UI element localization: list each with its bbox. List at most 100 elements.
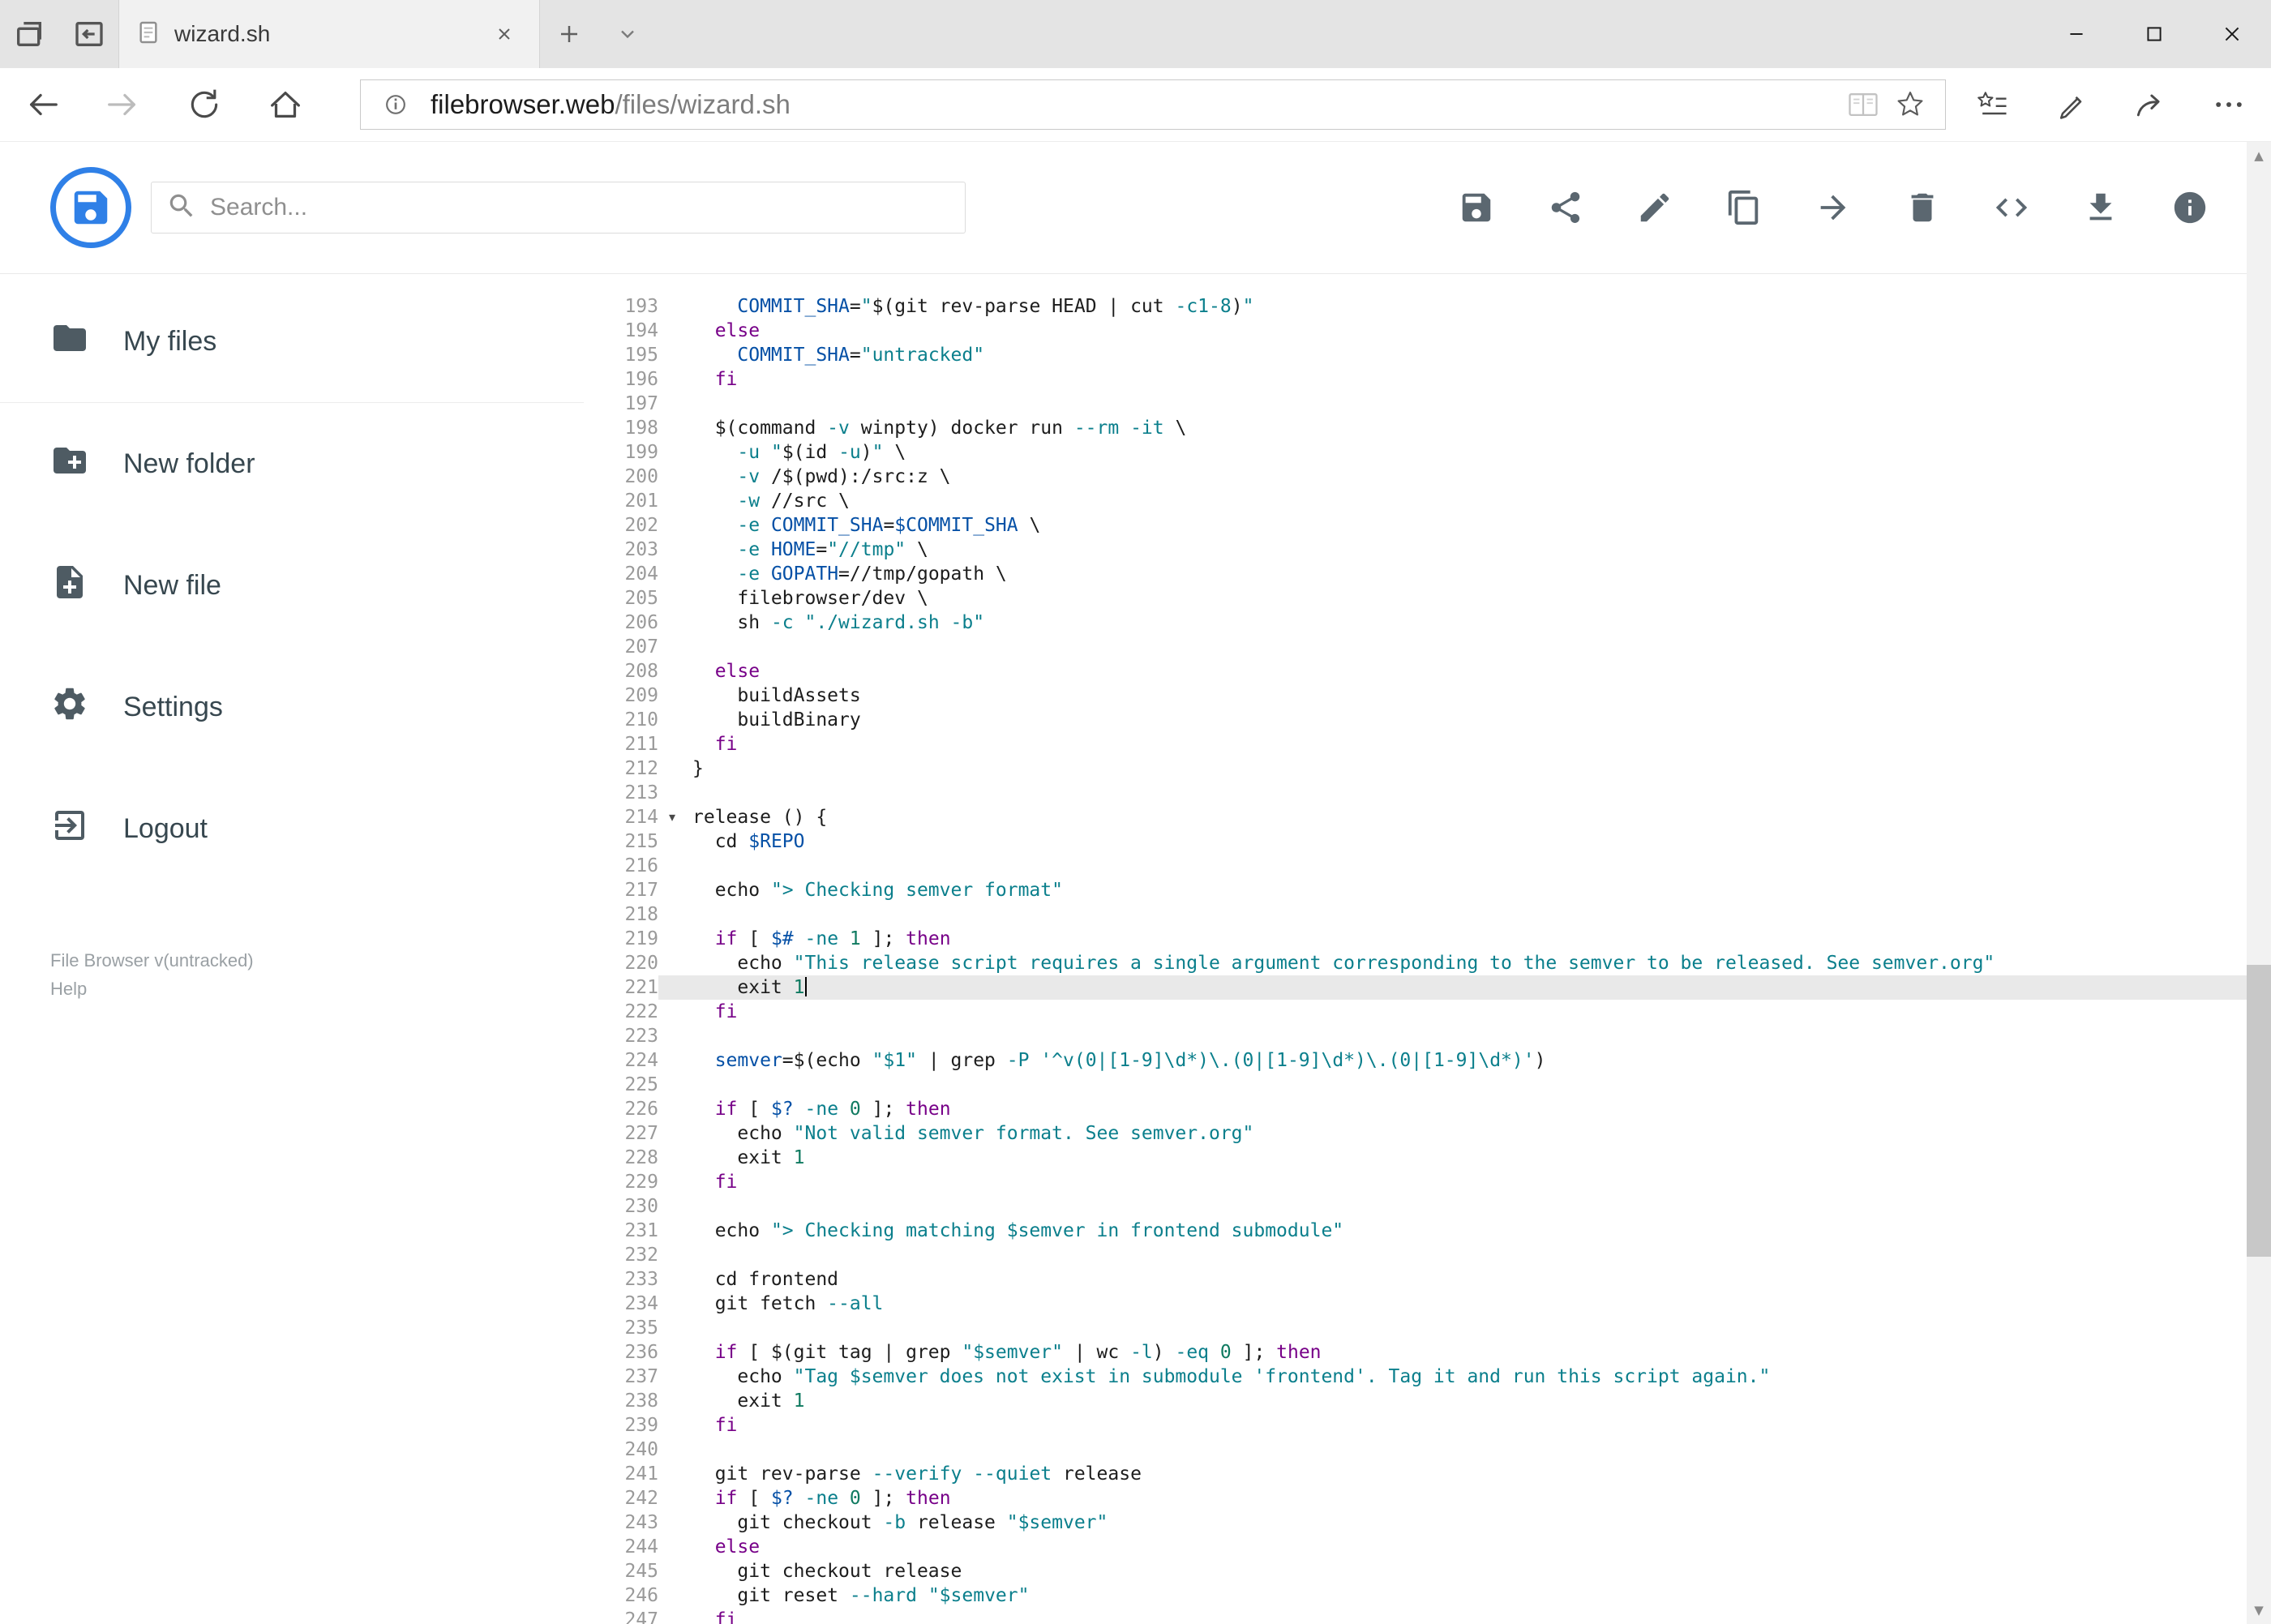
code-line[interactable]: 231 echo "> Checking matching $semver in… [584, 1219, 2247, 1243]
code-line-text[interactable]: if [ $? -ne 0 ]; then [686, 1486, 2247, 1510]
code-line[interactable]: 226 if [ $? -ne 0 ]; then [584, 1097, 2247, 1121]
code-line[interactable]: 204 -e GOPATH=//tmp/gopath \ [584, 562, 2247, 586]
code-line[interactable]: 233 cd frontend [584, 1267, 2247, 1292]
code-line-text[interactable]: $(command -v winpty) docker run --rm -it… [686, 416, 2247, 440]
code-line-text[interactable]: COMMIT_SHA="$(git rev-parse HEAD | cut -… [686, 294, 2247, 319]
code-line-text[interactable]: git fetch --all [686, 1292, 2247, 1316]
code-line[interactable]: 246 git reset --hard "$semver" [584, 1583, 2247, 1608]
code-line[interactable]: 234 git fetch --all [584, 1292, 2247, 1316]
code-line[interactable]: 200 -v /$(pwd):/src:z \ [584, 465, 2247, 489]
sidebar-item-new-folder[interactable]: New folder [0, 403, 584, 525]
download-icon[interactable] [2076, 183, 2125, 232]
forward-arrow-icon[interactable] [96, 77, 151, 132]
edit-icon[interactable] [1630, 183, 1679, 232]
code-line-text[interactable]: exit 1 [686, 975, 2247, 1000]
copy-icon[interactable] [1720, 183, 1768, 232]
code-line-text[interactable]: if [ $# -ne 1 ]; then [686, 927, 2247, 951]
code-line[interactable]: 213 [584, 781, 2247, 805]
page-scrollbar[interactable]: ▲ ▼ [2247, 142, 2271, 1624]
code-line-text[interactable]: fi [686, 367, 2247, 392]
code-line-text[interactable] [686, 1073, 2247, 1097]
scrollbar-thumb[interactable] [2247, 965, 2271, 1257]
code-line[interactable]: 225 [584, 1073, 2247, 1097]
code-line-text[interactable]: fi [686, 732, 2247, 756]
code-line-text[interactable]: fi [686, 1170, 2247, 1194]
code-line[interactable]: 220 echo "This release script requires a… [584, 951, 2247, 975]
code-line-text[interactable]: buildBinary [686, 708, 2247, 732]
code-line[interactable]: 237 echo "Tag $semver does not exist in … [584, 1365, 2247, 1389]
code-line[interactable]: 196 fi [584, 367, 2247, 392]
code-line-text[interactable]: filebrowser/dev \ [686, 586, 2247, 611]
code-line[interactable]: 217 echo "> Checking semver format" [584, 878, 2247, 902]
code-line-text[interactable]: else [686, 319, 2247, 343]
code-line-text[interactable]: } [686, 756, 2247, 781]
share-icon[interactable] [2123, 77, 2178, 132]
code-line-text[interactable]: -u "$(id -u)" \ [686, 440, 2247, 465]
code-line-text[interactable]: git rev-parse --verify --quiet release [686, 1462, 2247, 1486]
delete-icon[interactable] [1898, 183, 1947, 232]
code-line[interactable]: 203 -e HOME="//tmp" \ [584, 538, 2247, 562]
code-line[interactable]: 230 [584, 1194, 2247, 1219]
code-line[interactable]: 239 fi [584, 1413, 2247, 1438]
code-line-text[interactable] [686, 1438, 2247, 1462]
set-tabs-aside-icon[interactable] [71, 16, 107, 52]
search-input[interactable] [210, 194, 950, 221]
new-tab-button[interactable] [540, 0, 598, 68]
sidebar-item-settings[interactable]: Settings [0, 646, 584, 768]
tabs-preview-icon[interactable] [11, 16, 47, 52]
code-icon[interactable] [1987, 183, 2036, 232]
code-line[interactable]: 232 [584, 1243, 2247, 1267]
code-line-text[interactable]: echo "This release script requires a sin… [686, 951, 2247, 975]
code-line-text[interactable]: cd $REPO [686, 829, 2247, 854]
code-line-text[interactable]: if [ $? -ne 0 ]; then [686, 1097, 2247, 1121]
code-line-text[interactable]: echo "Tag $semver does not exist in subm… [686, 1365, 2247, 1389]
code-line-text[interactable]: exit 1 [686, 1389, 2247, 1413]
code-line[interactable]: 238 exit 1 [584, 1389, 2247, 1413]
reading-view-icon[interactable] [1840, 84, 1887, 125]
tab-close-icon[interactable] [486, 15, 523, 53]
web-note-pen-icon[interactable] [2044, 77, 2099, 132]
code-line[interactable]: 197 [584, 392, 2247, 416]
code-line-text[interactable]: -e COMMIT_SHA=$COMMIT_SHA \ [686, 513, 2247, 538]
code-line[interactable]: 241 git rev-parse --verify --quiet relea… [584, 1462, 2247, 1486]
tab-list-chevron-icon[interactable] [598, 0, 657, 68]
code-line[interactable]: 228 exit 1 [584, 1146, 2247, 1170]
code-line[interactable]: 222 fi [584, 1000, 2247, 1024]
code-line-text[interactable]: git reset --hard "$semver" [686, 1583, 2247, 1608]
code-line-text[interactable]: -v /$(pwd):/src:z \ [686, 465, 2247, 489]
code-line[interactable]: 243 git checkout -b release "$semver" [584, 1510, 2247, 1535]
sidebar-item-logout[interactable]: Logout [0, 768, 584, 889]
code-line-text[interactable]: else [686, 659, 2247, 683]
file-browser-logo[interactable] [50, 167, 131, 248]
code-line[interactable]: 215 cd $REPO [584, 829, 2247, 854]
scroll-down-arrow-icon[interactable]: ▼ [2247, 1596, 2271, 1624]
code-line-text[interactable]: sh -c "./wizard.sh -b" [686, 611, 2247, 635]
code-line-text[interactable]: -e HOME="//tmp" \ [686, 538, 2247, 562]
code-line[interactable]: 221 exit 1 [584, 975, 2247, 1000]
code-line-text[interactable] [686, 1024, 2247, 1048]
sidebar-item-new-file[interactable]: New file [0, 525, 584, 646]
code-line-text[interactable]: git checkout release [686, 1559, 2247, 1583]
code-line-text[interactable]: COMMIT_SHA="untracked" [686, 343, 2247, 367]
code-line-text[interactable]: cd frontend [686, 1267, 2247, 1292]
code-line-text[interactable]: -e GOPATH=//tmp/gopath \ [686, 562, 2247, 586]
code-line[interactable]: 244 else [584, 1535, 2247, 1559]
code-line-text[interactable]: exit 1 [686, 1146, 2247, 1170]
code-line[interactable]: 218 [584, 902, 2247, 927]
code-line[interactable]: 206 sh -c "./wizard.sh -b" [584, 611, 2247, 635]
code-line-text[interactable] [686, 854, 2247, 878]
code-line[interactable]: 219 if [ $# -ne 1 ]; then [584, 927, 2247, 951]
favorite-star-icon[interactable] [1887, 84, 1934, 125]
code-line-text[interactable]: fi [686, 1000, 2247, 1024]
refresh-icon[interactable] [177, 77, 232, 132]
maximize-button[interactable] [2115, 0, 2193, 68]
code-line-text[interactable] [686, 1243, 2247, 1267]
code-line-text[interactable]: release () { [686, 805, 2247, 829]
code-line-text[interactable]: buildAssets [686, 683, 2247, 708]
code-line-text[interactable] [686, 902, 2247, 927]
sidebar-item-my-files[interactable]: My files [0, 281, 584, 403]
code-line-text[interactable]: semver=$(echo "$1" | grep -P '^v(0|[1-9]… [686, 1048, 2247, 1073]
code-line[interactable]: 202 -e COMMIT_SHA=$COMMIT_SHA \ [584, 513, 2247, 538]
code-line-text[interactable]: -w //src \ [686, 489, 2247, 513]
move-icon[interactable] [1809, 183, 1858, 232]
